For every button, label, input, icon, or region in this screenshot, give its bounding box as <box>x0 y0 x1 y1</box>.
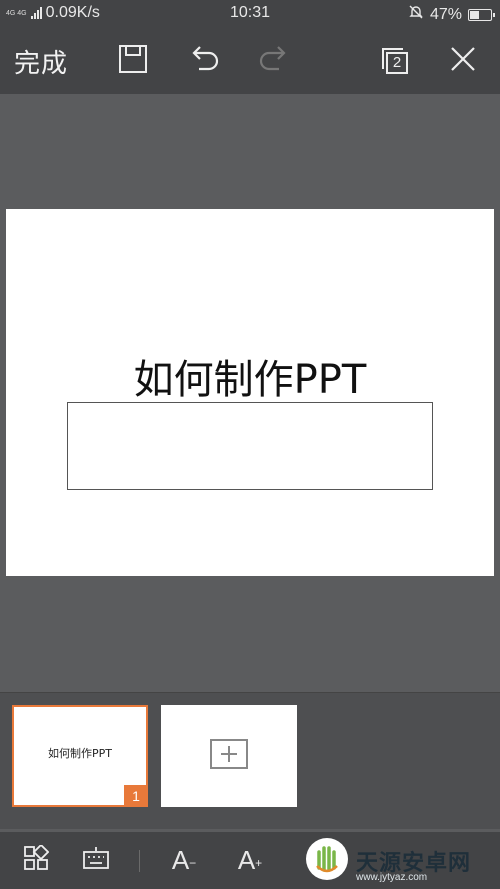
battery-percent: 47% <box>429 5 462 23</box>
increase-font-label: A <box>237 845 256 875</box>
pages-icon: 2 <box>379 45 411 77</box>
thumbnail-number: 1 <box>124 785 148 807</box>
keyboard-button[interactable] <box>78 832 114 889</box>
slide-title[interactable]: 如何制作PPT <box>6 347 494 405</box>
subtitle-text-box[interactable] <box>67 402 433 490</box>
decrease-font-button[interactable]: A − <box>166 832 202 889</box>
status-right: 47% <box>408 4 495 25</box>
redo-icon <box>257 43 289 80</box>
increase-font-sign: + <box>255 855 263 870</box>
watermark-url: www.jytyaz.com <box>356 872 428 883</box>
decrease-font-label: A <box>171 845 190 875</box>
grid-layout-icon <box>23 843 50 876</box>
page-switch-button[interactable]: 2 <box>372 28 418 94</box>
undo-icon <box>189 43 221 80</box>
add-slide-button[interactable] <box>161 705 297 807</box>
watermark-logo-icon <box>304 836 350 887</box>
top-toolbar: 完成 2 <box>0 28 500 94</box>
done-button[interactable]: 完成 <box>14 28 68 94</box>
keyboard-icon <box>82 845 110 876</box>
mute-bell-icon <box>408 4 424 25</box>
save-icon <box>118 44 148 79</box>
decrease-font-sign: − <box>189 855 197 870</box>
redo-button[interactable] <box>250 28 296 94</box>
increase-font-button[interactable]: A + <box>232 832 268 889</box>
page-count: 2 <box>392 54 402 71</box>
close-button[interactable] <box>440 28 486 94</box>
battery-icon <box>468 8 495 21</box>
slide-canvas[interactable]: 如何制作PPT <box>6 209 494 576</box>
status-bar: 4G 4G 0.09K/s 10:31 47% <box>0 0 500 28</box>
toolbar-divider <box>139 850 140 872</box>
plus-icon <box>210 738 248 774</box>
thumbnail-title: 如何制作PPT <box>48 747 112 760</box>
close-icon <box>449 45 477 78</box>
layout-button[interactable] <box>18 832 54 889</box>
save-button[interactable] <box>110 28 156 94</box>
slide-thumbnail[interactable]: 如何制作PPT 1 <box>12 705 148 807</box>
slide-thumbnail-strip: 如何制作PPT 1 <box>0 692 500 829</box>
watermark: 天源安卓网 www.jytyaz.com <box>300 836 500 886</box>
undo-button[interactable] <box>182 28 228 94</box>
